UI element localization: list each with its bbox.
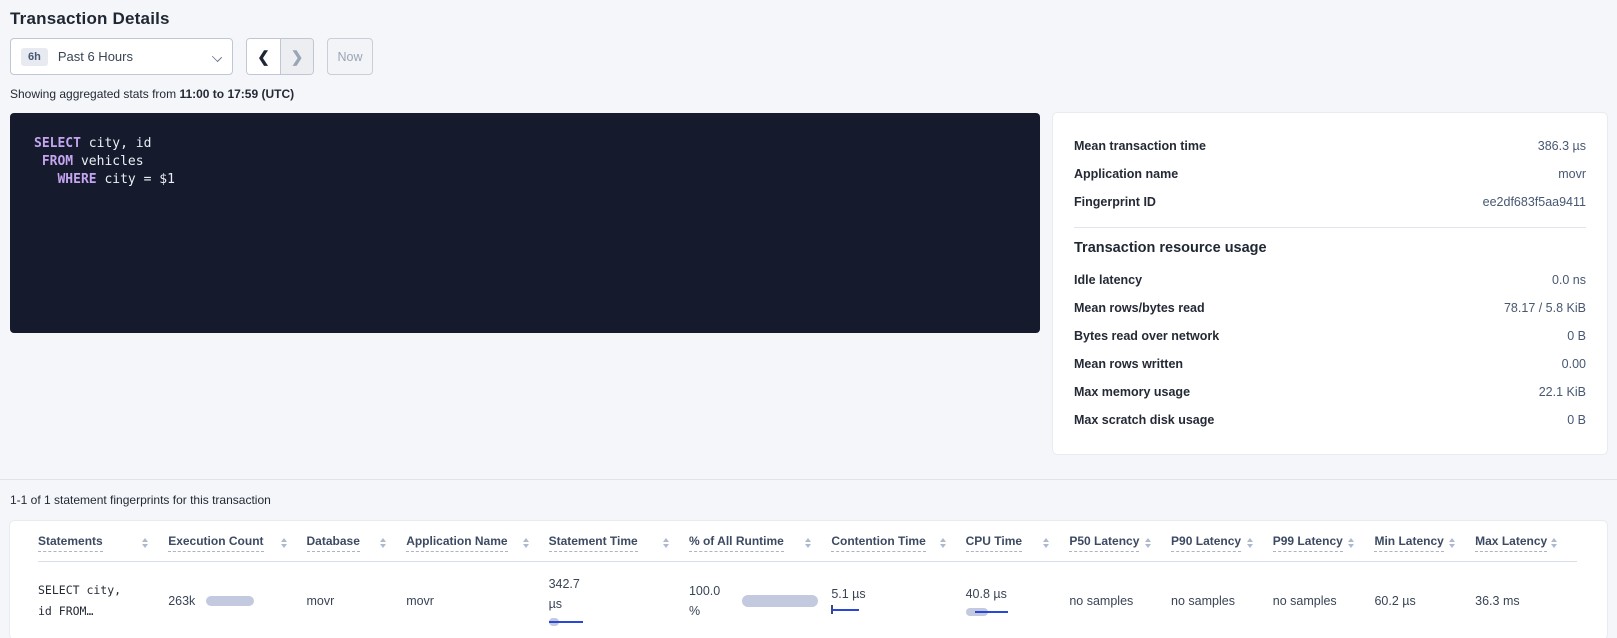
transaction-details-card: Mean transaction time386.3 µsApplication… bbox=[1053, 113, 1607, 454]
contention-time-value: 5.1 µs bbox=[831, 587, 959, 601]
table-row: SELECT city, id FROM… 263k movr movr 342… bbox=[38, 562, 1577, 638]
sort-icon[interactable] bbox=[142, 538, 148, 548]
detail-row: Mean transaction time386.3 µs bbox=[1074, 132, 1586, 160]
statements-table-card: StatementsExecution CountDatabaseApplica… bbox=[10, 521, 1607, 638]
time-step-buttons: ❮ ❯ bbox=[246, 38, 314, 75]
p50-latency-cell: no samples bbox=[1069, 562, 1171, 638]
sort-icon[interactable] bbox=[805, 538, 811, 548]
execution-count-bar bbox=[206, 596, 254, 606]
column-header-execution-count[interactable]: Execution Count bbox=[168, 521, 306, 562]
statements-table: StatementsExecution CountDatabaseApplica… bbox=[38, 521, 1577, 638]
column-header-contention-time[interactable]: Contention Time bbox=[831, 521, 965, 562]
sort-icon[interactable] bbox=[1145, 538, 1151, 548]
execution-count-cell: 263k bbox=[168, 594, 300, 608]
contention-time-cell: 5.1 µs bbox=[831, 562, 965, 638]
statements-table-caption: 1-1 of 1 statement fingerprints for this… bbox=[10, 493, 1607, 507]
column-header-of-all-runtime[interactable]: % of All Runtime bbox=[689, 521, 831, 562]
transaction-details-page: Transaction Details 6h Past 6 Hours ❮ ❯ … bbox=[0, 9, 1617, 638]
sort-icon[interactable] bbox=[380, 538, 386, 548]
sort-icon[interactable] bbox=[1043, 538, 1049, 548]
cpu-time-bar bbox=[966, 608, 1008, 617]
sql-statement-box: SELECT city, id FROM vehicles WHERE city… bbox=[10, 113, 1040, 333]
section-divider bbox=[0, 479, 1617, 480]
detail-row: Idle latency0.0 ns bbox=[1074, 266, 1586, 294]
previous-time-range-button[interactable]: ❮ bbox=[247, 39, 280, 74]
sort-icon[interactable] bbox=[1348, 538, 1354, 548]
execution-count-value: 263k bbox=[168, 594, 195, 608]
min-latency-cell: 60.2 µs bbox=[1374, 562, 1475, 638]
column-header-min-latency[interactable]: Min Latency bbox=[1374, 521, 1475, 562]
time-range-label: Past 6 Hours bbox=[58, 49, 212, 64]
database-cell: movr bbox=[307, 562, 407, 638]
page-title: Transaction Details bbox=[10, 9, 1607, 29]
aggregated-stats-caption: Showing aggregated stats from 11:00 to 1… bbox=[10, 87, 1607, 101]
column-header-statements[interactable]: Statements bbox=[38, 521, 168, 562]
detail-row: Application namemovr bbox=[1074, 160, 1586, 188]
time-range-dropdown[interactable]: 6h Past 6 Hours bbox=[10, 38, 233, 75]
column-header-database[interactable]: Database bbox=[307, 521, 407, 562]
pct-of-all-runtime-bar bbox=[742, 595, 818, 607]
application-name-cell: movr bbox=[406, 562, 548, 638]
cpu-time-cell: 40.8 µs bbox=[966, 562, 1070, 638]
sort-icon[interactable] bbox=[663, 538, 669, 548]
p99-latency-cell: no samples bbox=[1273, 562, 1375, 638]
detail-row: Fingerprint IDee2df683f5aa9411 bbox=[1074, 188, 1586, 216]
next-time-range-button[interactable]: ❯ bbox=[280, 39, 313, 74]
details-divider bbox=[1074, 227, 1586, 228]
statement-link[interactable]: SELECT city, id FROM… bbox=[38, 580, 140, 620]
sort-icon[interactable] bbox=[1247, 538, 1253, 548]
detail-row: Max scratch disk usage0 B bbox=[1074, 406, 1586, 434]
chevron-down-icon bbox=[212, 52, 222, 62]
max-latency-cell: 36.3 ms bbox=[1475, 562, 1577, 638]
column-header-application-name[interactable]: Application Name bbox=[406, 521, 548, 562]
column-header-p99-latency[interactable]: P99 Latency bbox=[1273, 521, 1375, 562]
summary-section: SELECT city, id FROM vehicles WHERE city… bbox=[10, 113, 1607, 454]
detail-rows: Mean transaction time386.3 µsApplication… bbox=[1074, 132, 1586, 216]
detail-row: Mean rows/bytes read78.17 / 5.8 KiB bbox=[1074, 294, 1586, 322]
column-header-p90-latency[interactable]: P90 Latency bbox=[1171, 521, 1273, 562]
statement-time-cell: 342.7 µs bbox=[549, 562, 689, 638]
column-header-max-latency[interactable]: Max Latency bbox=[1475, 521, 1577, 562]
detail-row: Max memory usage22.1 KiB bbox=[1074, 378, 1586, 406]
sort-icon[interactable] bbox=[523, 538, 529, 548]
now-button[interactable]: Now bbox=[327, 38, 373, 75]
aggregated-stats-time-window: 11:00 to 17:59 (UTC) bbox=[179, 87, 294, 101]
sort-icon[interactable] bbox=[940, 538, 946, 548]
detail-row: Mean rows written0.00 bbox=[1074, 350, 1586, 378]
cpu-time-value: 40.8 µs bbox=[966, 584, 1010, 604]
sort-icon[interactable] bbox=[1551, 538, 1557, 548]
aggregated-stats-caption-prefix: Showing aggregated stats from bbox=[10, 87, 179, 101]
sql-code: SELECT city, id FROM vehicles WHERE city… bbox=[34, 135, 1016, 189]
detail-row: Bytes read over network0 B bbox=[1074, 322, 1586, 350]
sort-icon[interactable] bbox=[1449, 538, 1455, 548]
resource-usage-rows: Idle latency0.0 nsMean rows/bytes read78… bbox=[1074, 266, 1586, 434]
statement-time-value: 342.7 µs bbox=[549, 574, 593, 614]
pct-of-all-runtime-cell: 100.0 % bbox=[689, 562, 831, 638]
time-range-badge: 6h bbox=[21, 48, 48, 66]
statement-time-bar bbox=[549, 618, 583, 627]
column-header-cpu-time[interactable]: CPU Time bbox=[966, 521, 1070, 562]
column-header-statement-time[interactable]: Statement Time bbox=[549, 521, 689, 562]
column-header-p50-latency[interactable]: P50 Latency bbox=[1069, 521, 1171, 562]
pct-of-all-runtime-value: 100.0 % bbox=[689, 581, 729, 621]
time-toolbar: 6h Past 6 Hours ❮ ❯ Now bbox=[10, 38, 1607, 75]
resource-usage-heading: Transaction resource usage bbox=[1074, 240, 1586, 256]
p90-latency-cell: no samples bbox=[1171, 562, 1273, 638]
sort-icon[interactable] bbox=[281, 538, 287, 548]
contention-time-bar bbox=[831, 606, 859, 615]
table-header-row: StatementsExecution CountDatabaseApplica… bbox=[38, 521, 1577, 562]
